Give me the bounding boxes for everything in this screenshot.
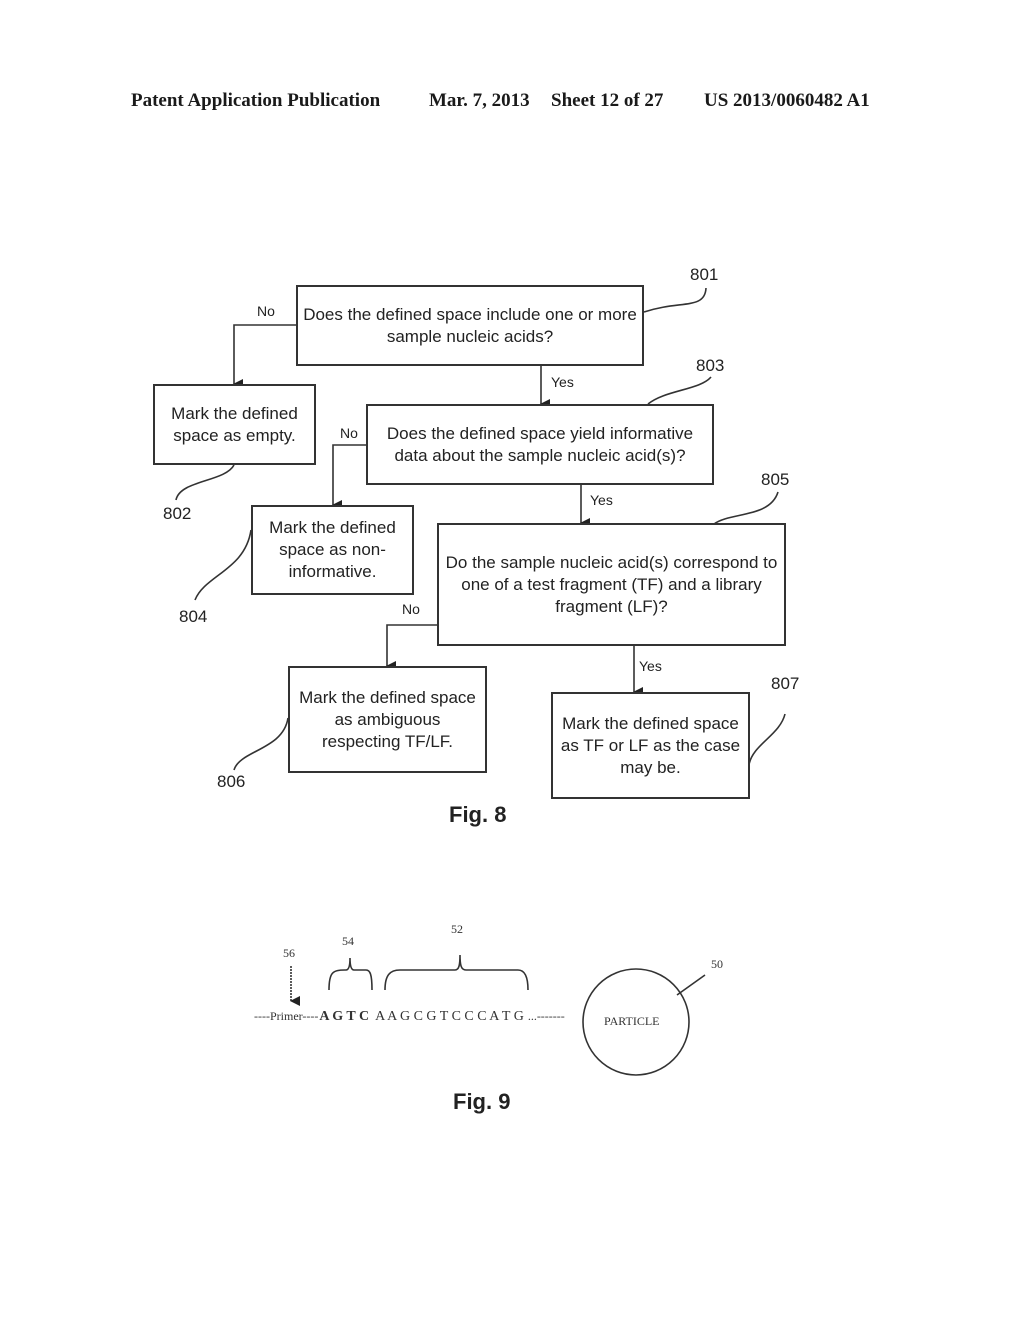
leader-802 <box>175 464 235 501</box>
key-sequence: A G T C <box>319 1009 370 1024</box>
node-806: Mark the defined space as ambiguous resp… <box>288 666 487 773</box>
edge-label-805-yes: Yes <box>639 658 662 674</box>
node-802: Mark the defined space as empty. <box>153 384 316 465</box>
leader-805 <box>713 491 779 525</box>
edge-803-804 <box>332 444 366 510</box>
primer-label: ----Primer---- <box>254 1009 319 1023</box>
node-807: Mark the defined space as TF or LF as th… <box>551 692 750 799</box>
sequence-line: ----Primer---- A G T C A A G C G T C C C… <box>254 1009 565 1025</box>
key-brace <box>328 957 373 991</box>
flowchart-connectors <box>175 287 786 1076</box>
fig8-caption: Fig. 8 <box>449 802 507 827</box>
leader-803 <box>647 376 712 405</box>
ref-56: 56 <box>283 946 295 960</box>
library-sequence: A A G C G T C C C A T G <box>375 1009 524 1024</box>
leader-804 <box>194 529 252 601</box>
ref-54: 54 <box>342 934 354 948</box>
edge-label-803-yes: Yes <box>590 492 613 508</box>
node-804: Mark the defined space as non-informativ… <box>251 505 414 595</box>
ref-803: 803 <box>696 356 725 375</box>
ref-804: 804 <box>179 607 208 626</box>
node-801: Does the defined space include one or mo… <box>296 285 644 366</box>
ref-52: 52 <box>451 922 463 936</box>
ref-805: 805 <box>761 470 790 489</box>
edge-label-801-no: No <box>257 303 275 319</box>
node-805: Do the sample nucleic acid(s) correspond… <box>437 523 786 646</box>
leader-807 <box>748 713 786 766</box>
node-803: Does the defined space yield informative… <box>366 404 714 485</box>
edge-801-802 <box>233 324 296 389</box>
leader-806 <box>233 717 289 771</box>
ref-807: 807 <box>771 674 800 693</box>
ref-802: 802 <box>163 504 192 523</box>
leader-801 <box>643 287 707 313</box>
sequence-trail: ...------- <box>527 1009 565 1023</box>
particle-leader <box>676 974 706 996</box>
seq-brace <box>384 954 529 991</box>
ref-801: 801 <box>690 265 719 284</box>
edge-805-806 <box>386 624 437 671</box>
ref-50: 50 <box>711 957 723 971</box>
fig9-caption: Fig. 9 <box>453 1089 511 1114</box>
edge-label-803-no: No <box>340 425 358 441</box>
particle-label: PARTICLE <box>604 1014 660 1028</box>
ref-806: 806 <box>217 772 246 791</box>
edge-label-801-yes: Yes <box>551 374 574 390</box>
edge-label-805-no: No <box>402 601 420 617</box>
